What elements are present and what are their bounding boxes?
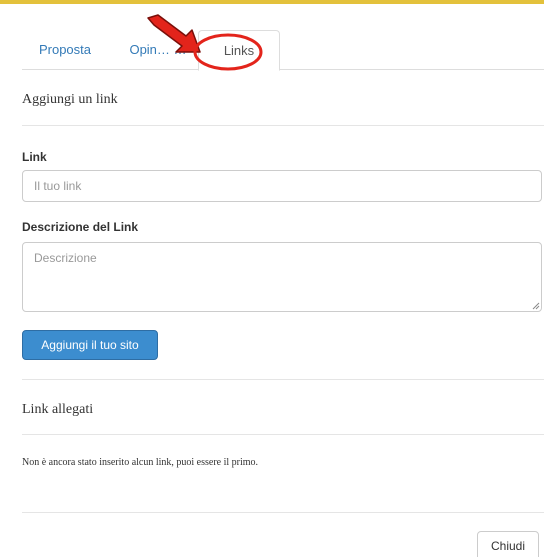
modal-tabs: Proposta Opin… … Links	[22, 30, 544, 71]
link-input[interactable]	[22, 170, 542, 202]
attached-links-heading: Link allegati	[22, 402, 94, 417]
link-field-label: Link	[22, 150, 47, 164]
description-field-label: Descrizione del Link	[22, 220, 139, 234]
close-button[interactable]: Chiudi	[477, 531, 539, 557]
add-site-button[interactable]: Aggiungi il tuo sito	[22, 330, 158, 360]
red-highlight-ellipse	[193, 33, 263, 71]
section-divider	[22, 379, 544, 380]
tab-proposta[interactable]: Proposta	[22, 30, 108, 70]
section-divider	[22, 125, 544, 126]
footer-divider	[22, 512, 544, 513]
resize-grip-icon[interactable]	[532, 302, 540, 310]
add-link-heading: Aggiungi un link	[22, 92, 118, 107]
description-textarea[interactable]	[22, 242, 542, 312]
empty-links-message: Non è ancora stato inserito alcun link, …	[22, 457, 259, 468]
section-divider	[22, 434, 544, 435]
modal-top-accent-bar	[0, 0, 544, 4]
